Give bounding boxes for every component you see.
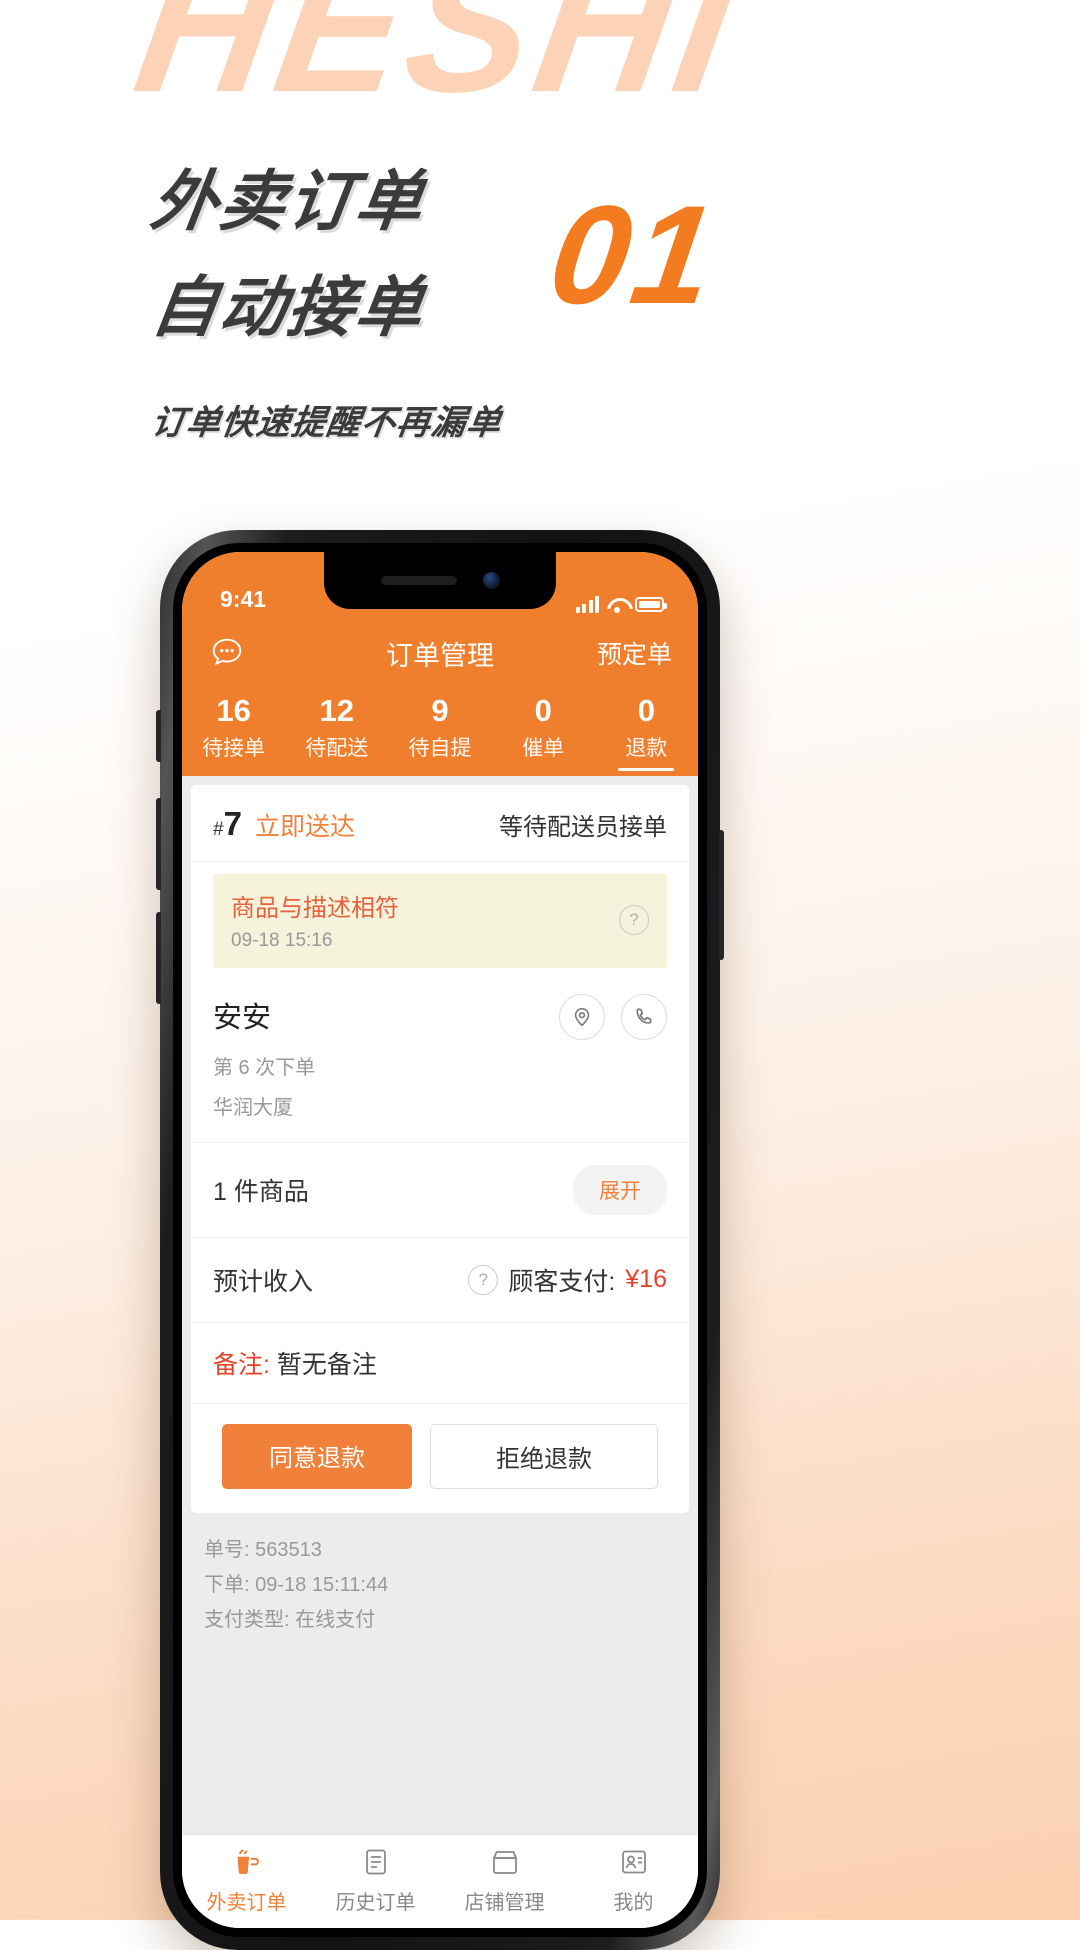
order-sequence-number: 7 <box>223 804 242 842</box>
refund-action-buttons: 同意退款 拒绝退款 <box>191 1404 689 1513</box>
map-pin-icon[interactable] <box>559 993 605 1040</box>
order-status-tabs: 16 待接单 12 待配送 9 待自提 0 催单 0 退款 <box>182 684 698 776</box>
nav-item-shop-management[interactable]: 店铺管理 <box>440 1843 569 1915</box>
battery-icon <box>635 597 667 612</box>
chat-bubble-icon[interactable] <box>208 634 246 672</box>
reject-refund-button[interactable]: 拒绝退款 <box>430 1423 658 1489</box>
payment-type-text: 支付类型: 在线支付 <box>204 1608 376 1631</box>
tab-pending-pickup[interactable]: 9 待自提 <box>388 690 491 762</box>
order-time-text: 下单: 09-18 15:11:44 <box>204 1573 389 1596</box>
delivery-type-label: 立即送达 <box>254 812 355 841</box>
refund-reason-text: 商品与描述相符 <box>231 894 399 922</box>
app-header: 订单管理 预定单 <box>182 622 698 684</box>
wifi-icon <box>607 597 627 613</box>
shop-icon <box>440 1843 569 1881</box>
refund-reason-banner: 商品与描述相符 09-18 15:16 ? <box>213 873 667 968</box>
phone-mute-switch <box>156 710 161 762</box>
tab-label: 待配送 <box>305 736 369 760</box>
refund-reason-time: 09-18 15:16 <box>231 929 333 951</box>
promo-subline: 订单快速提醒不再漏单 <box>148 404 505 442</box>
reservation-orders-button[interactable]: 预定单 <box>597 635 672 671</box>
nav-item-history-orders[interactable]: 历史订单 <box>311 1843 440 1915</box>
phone-mockup: 9:41 订单管理 预定单 16 待接单 12 待配送 9 待自提 0 催单 0… <box>156 530 724 1950</box>
nav-label: 店铺管理 <box>464 1891 545 1914</box>
customer-address: 华润大厦 <box>213 1096 293 1119</box>
phone-notch <box>324 552 556 609</box>
nav-label: 我的 <box>613 1891 654 1914</box>
order-hash-symbol: # <box>213 818 224 840</box>
nav-item-takeout-orders[interactable]: 外卖订单 <box>182 1843 311 1915</box>
remark-value: 暂无备注 <box>276 1350 377 1379</box>
tab-label: 退款 <box>595 732 698 762</box>
question-mark-icon[interactable]: ? <box>468 1264 499 1295</box>
expand-goods-button[interactable]: 展开 <box>573 1164 667 1215</box>
tab-pending-accept[interactable]: 16 待接单 <box>182 690 285 762</box>
status-bar-time: 9:41 <box>220 586 267 612</box>
remark-label: 备注: <box>213 1350 270 1379</box>
expected-income-label: 预计收入 <box>213 1267 314 1296</box>
phone-power-button <box>719 830 724 960</box>
nav-label: 历史订单 <box>335 1891 416 1914</box>
promo-headline-1: 外卖订单 <box>146 164 430 238</box>
phone-volume-up-button <box>156 798 161 890</box>
order-meta-info: 单号: 563513 下单: 09-18 15:11:44 支付类型: 在线支付 <box>182 1512 698 1660</box>
tab-count: 0 <box>534 693 552 728</box>
tab-refund[interactable]: 0 退款 <box>595 690 698 762</box>
customer-actions <box>559 993 667 1040</box>
promo-headline-2: 自动接单 <box>146 270 430 344</box>
order-card[interactable]: # 7 立即送达 等待配送员接单 商品与描述相符 09-18 15:16 ? 安 <box>191 784 689 1513</box>
approve-refund-button[interactable]: 同意退款 <box>222 1423 412 1489</box>
tab-label: 待自提 <box>408 736 472 760</box>
nav-label: 外卖订单 <box>206 1891 287 1914</box>
tab-count: 12 <box>319 693 355 728</box>
phone-bezel: 9:41 订单管理 预定单 16 待接单 12 待配送 9 待自提 0 催单 0… <box>173 543 707 1937</box>
phone-volume-down-button <box>156 912 161 1004</box>
goods-count-text: 1 件商品 <box>213 1177 309 1206</box>
customer-order-count: 第 6 次下单 <box>213 1056 316 1079</box>
tab-count: 16 <box>216 693 251 728</box>
phone-screen: 9:41 订单管理 预定单 16 待接单 12 待配送 9 待自提 0 催单 0… <box>182 552 698 1928</box>
nav-item-profile[interactable]: 我的 <box>569 1843 698 1915</box>
order-id-text: 单号: 563513 <box>204 1538 322 1561</box>
order-card-header: # 7 立即送达 等待配送员接单 <box>191 785 689 862</box>
promo-step-number: 01 <box>541 176 727 333</box>
phone-icon[interactable] <box>621 993 667 1040</box>
history-doc-icon <box>311 1843 440 1881</box>
remark-row: 备注: 暂无备注 <box>191 1323 689 1404</box>
income-row: 预计收入 ? 顾客支付: ¥16 <box>191 1238 689 1323</box>
tab-count: 9 <box>431 693 449 728</box>
front-camera-icon <box>482 572 500 589</box>
order-status-text: 等待配送员接单 <box>499 813 667 841</box>
question-mark-icon[interactable]: ? <box>619 904 649 935</box>
goods-summary-row[interactable]: 1 件商品 展开 <box>191 1143 689 1238</box>
brand-watermark: HESHI <box>123 0 752 131</box>
promo-headline-block: 外卖订单 自动接单 <box>147 164 429 344</box>
tab-label: 待接单 <box>202 736 266 760</box>
customer-payment-amount: ¥16 <box>625 1265 667 1294</box>
customer-section: 安安 第 6 次下单 华润大厦 <box>191 968 689 1143</box>
customer-payment-label: 顾客支付: <box>508 1267 616 1296</box>
tab-label: 催单 <box>522 736 565 760</box>
tab-count: 0 <box>637 693 656 728</box>
cellular-signal-icon <box>575 596 599 613</box>
tab-pending-delivery[interactable]: 12 待配送 <box>285 690 388 762</box>
takeout-cup-icon <box>182 1843 311 1881</box>
tab-urge-order[interactable]: 0 催单 <box>492 690 595 762</box>
earpiece-speaker-icon <box>380 576 457 585</box>
user-card-icon <box>569 1843 698 1881</box>
order-list: # 7 立即送达 等待配送员接单 商品与描述相符 09-18 15:16 ? 安 <box>182 775 698 1926</box>
status-bar-indicators <box>575 596 667 613</box>
bottom-navigation: 外卖订单 历史订单 店铺管理 我的 <box>182 1834 698 1928</box>
